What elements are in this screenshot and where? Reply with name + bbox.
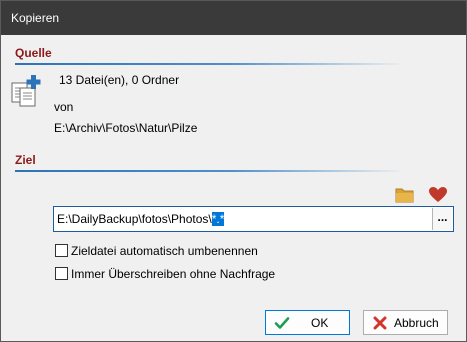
auto-rename-checkbox[interactable]	[55, 244, 68, 257]
target-path-prefix: E:\DailyBackup\fotos\Photos\	[57, 212, 212, 226]
target-path-selection: *.*	[211, 212, 225, 226]
source-summary: 13 Datei(en), 0 Ordner	[59, 73, 180, 87]
target-heading: Ziel	[15, 153, 36, 167]
copy-files-icon	[9, 73, 43, 107]
always-overwrite-label[interactable]: Immer Überschreiben ohne Nachfrage	[71, 267, 275, 281]
source-path: E:\Archiv\Fotos\Natur\Pilze	[54, 121, 198, 135]
source-divider	[15, 63, 405, 65]
title-bar[interactable]: Kopieren	[1, 1, 466, 35]
ok-label: OK	[311, 316, 329, 330]
checkmark-icon	[274, 315, 290, 331]
window-title: Kopieren	[11, 11, 60, 25]
folder-icon[interactable]	[395, 186, 415, 204]
always-overwrite-checkbox[interactable]	[55, 267, 68, 280]
copy-dialog: Kopieren Quelle 13 Datei(en), 0 Ordner v…	[0, 0, 467, 342]
heart-icon[interactable]	[428, 186, 448, 204]
source-heading: Quelle	[15, 46, 52, 60]
ok-button[interactable]: OK	[265, 310, 350, 335]
x-icon	[372, 315, 388, 331]
cancel-label: Abbruch	[394, 316, 439, 330]
target-path-value: E:\DailyBackup\fotos\Photos\*.*	[57, 212, 225, 226]
source-from-label: von	[54, 100, 74, 114]
browse-button[interactable]: ...	[432, 208, 452, 230]
auto-rename-label[interactable]: Zieldatei automatisch umbenennen	[71, 244, 258, 258]
target-divider	[15, 170, 405, 172]
target-path-input[interactable]: E:\DailyBackup\fotos\Photos\*.* ...	[53, 206, 454, 232]
cancel-button[interactable]: Abbruch	[363, 310, 448, 335]
